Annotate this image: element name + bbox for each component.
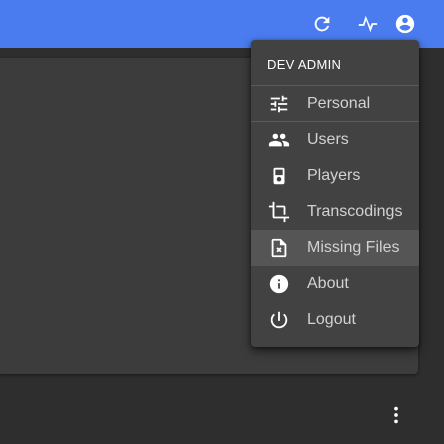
more-options-button[interactable] <box>384 403 408 427</box>
menu-username: DEV ADMIN <box>251 40 419 86</box>
info-icon <box>267 272 291 296</box>
menu-item-logout[interactable]: Logout <box>251 302 419 338</box>
power-icon <box>267 308 291 332</box>
refresh-button[interactable] <box>310 12 334 36</box>
menu-item-missing-files[interactable]: Missing Files <box>251 230 419 266</box>
player-device-icon <box>267 164 291 188</box>
menu-item-label: Transcodings <box>307 203 403 220</box>
people-icon <box>267 128 291 152</box>
activity-button[interactable] <box>356 12 380 36</box>
menu-item-label: About <box>307 275 349 292</box>
menu-item-players[interactable]: Players <box>251 158 419 194</box>
missing-file-icon <box>267 236 291 260</box>
tune-sliders-icon <box>267 92 291 116</box>
user-menu: DEV ADMIN Personal Users Players Transco… <box>251 40 419 347</box>
more-vertical-icon <box>394 406 398 424</box>
menu-item-label: Users <box>307 131 349 148</box>
activity-pulse-icon <box>358 15 378 33</box>
menu-item-personal[interactable]: Personal <box>251 86 419 122</box>
menu-item-label: Players <box>307 167 361 184</box>
menu-item-users[interactable]: Users <box>251 122 419 158</box>
menu-item-label: Personal <box>307 94 371 112</box>
refresh-icon <box>314 16 330 32</box>
account-circle-icon <box>395 14 415 34</box>
menu-item-label: Logout <box>307 311 356 328</box>
account-button[interactable] <box>393 12 417 36</box>
menu-item-transcodings[interactable]: Transcodings <box>251 194 419 230</box>
transform-crop-icon <box>267 200 291 224</box>
menu-item-label: Missing Files <box>307 239 400 256</box>
menu-item-about[interactable]: About <box>251 266 419 302</box>
